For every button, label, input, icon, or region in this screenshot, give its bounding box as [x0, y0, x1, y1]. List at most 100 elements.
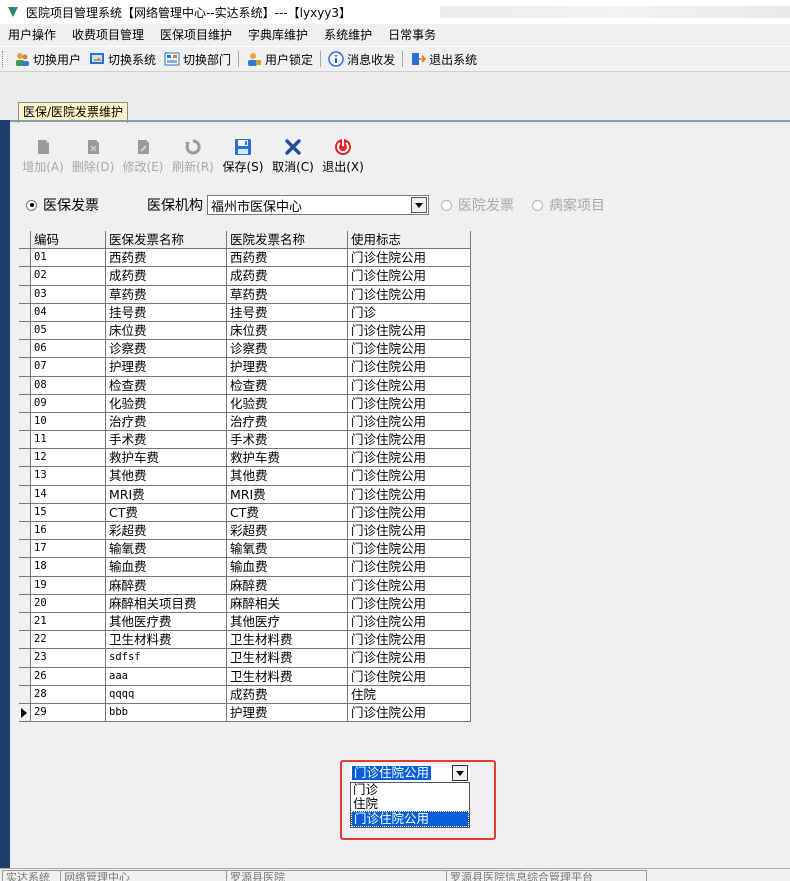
cell-insurance-name[interactable]: 其他医疗费	[106, 612, 227, 632]
cell-code[interactable]: 23	[31, 649, 106, 668]
cell-code[interactable]: 17	[31, 540, 106, 559]
cell-hospital-name[interactable]: 西药费	[227, 249, 348, 268]
cell-insurance-name[interactable]: 彩超费	[106, 522, 227, 541]
cell-hospital-name[interactable]: 诊察费	[227, 340, 348, 359]
column-header-code[interactable]: 编码	[31, 231, 106, 250]
cell-insurance-name[interactable]: 输氧费	[106, 540, 227, 559]
cell-hospital-name[interactable]: MRI费	[227, 485, 348, 504]
row-indicator[interactable]	[19, 685, 31, 704]
chevron-down-icon[interactable]	[411, 197, 427, 213]
tab-invoice-maintenance[interactable]: 医保/医院发票维护	[18, 102, 129, 123]
cell-hospital-name[interactable]: 检查费	[227, 376, 348, 395]
cell-code[interactable]: 08	[31, 376, 106, 395]
row-indicator[interactable]	[19, 467, 31, 486]
row-indicator[interactable]	[19, 612, 31, 632]
table-row[interactable]: 15 CT费 CT费 门诊住院公用	[19, 503, 471, 522]
cell-usage[interactable]: 门诊住院公用	[348, 285, 471, 304]
menu-charge-items[interactable]: 收费项目管理	[64, 24, 152, 46]
table-row[interactable]: 16 彩超费 彩超费 门诊住院公用	[19, 522, 471, 541]
cell-insurance-name[interactable]: 麻醉相关项目费	[106, 594, 227, 613]
menu-daily[interactable]: 日常事务	[380, 24, 444, 46]
cell-hospital-name[interactable]: CT费	[227, 503, 348, 522]
radio-insurance-invoice[interactable]	[26, 199, 37, 211]
switch-user-button[interactable]: 切换用户	[10, 48, 85, 70]
row-indicator[interactable]	[19, 267, 31, 286]
table-row[interactable]: 18 输血费 输血费 门诊住院公用	[19, 558, 471, 577]
cell-hospital-name[interactable]: 成药费	[227, 685, 348, 704]
exit-button[interactable]: 退出(X)	[318, 132, 368, 175]
table-row[interactable]: 26 aaa 卫生材料费 门诊住院公用	[19, 667, 471, 686]
row-indicator[interactable]	[19, 667, 31, 686]
column-header-usage[interactable]: 使用标志	[348, 231, 471, 250]
messages-button[interactable]: 消息收发	[324, 48, 399, 70]
cell-hospital-name[interactable]: 麻醉相关	[227, 594, 348, 613]
cell-hospital-name[interactable]: 床位费	[227, 321, 348, 341]
table-row[interactable]: 08 检查费 检查费 门诊住院公用	[19, 376, 471, 395]
refresh-button[interactable]: 刷新(R)	[168, 132, 218, 175]
cell-insurance-name[interactable]: MRI费	[106, 485, 227, 504]
cell-usage[interactable]: 门诊住院公用	[348, 358, 471, 377]
cell-code[interactable]: 07	[31, 358, 106, 377]
cell-code[interactable]: 29	[31, 703, 106, 723]
cell-code[interactable]: 01	[31, 249, 106, 268]
cell-insurance-name[interactable]: 护理费	[106, 358, 227, 377]
row-indicator[interactable]	[19, 576, 31, 595]
table-row[interactable]: 03 草药费 草药费 门诊住院公用	[19, 285, 471, 304]
cell-insurance-name[interactable]: bbb	[106, 703, 227, 723]
cell-code[interactable]: 28	[31, 685, 106, 704]
cell-usage[interactable]: 门诊住院公用	[348, 467, 471, 486]
cell-usage[interactable]: 门诊住院公用	[348, 267, 471, 286]
row-indicator[interactable]	[19, 522, 31, 541]
table-row[interactable]: 14 MRI费 MRI费 门诊住院公用	[19, 485, 471, 504]
exit-system-button[interactable]: 退出系统	[406, 48, 481, 70]
cell-usage[interactable]: 门诊住院公用	[348, 649, 471, 668]
row-indicator[interactable]	[19, 431, 31, 450]
cell-usage[interactable]: 门诊住院公用	[348, 594, 471, 613]
cell-hospital-name[interactable]: 化验费	[227, 394, 348, 413]
cell-hospital-name[interactable]: 卫生材料费	[227, 631, 348, 650]
table-row[interactable]: 21 其他医疗费 其他医疗 门诊住院公用	[19, 612, 471, 632]
table-row[interactable]: 09 化验费 化验费 门诊住院公用	[19, 394, 471, 413]
cell-hospital-name[interactable]: 护理费	[227, 703, 348, 723]
cell-usage[interactable]: 门诊住院公用	[348, 485, 471, 504]
insurance-org-select[interactable]: 福州市医保中心	[207, 195, 429, 215]
radio-hospital-invoice[interactable]	[441, 199, 452, 211]
cell-code[interactable]: 19	[31, 576, 106, 595]
table-row[interactable]: 29 bbb 护理费 门诊住院公用	[19, 703, 471, 723]
cell-code[interactable]: 06	[31, 340, 106, 359]
cell-hospital-name[interactable]: 成药费	[227, 267, 348, 286]
edit-button[interactable]: 修改(E)	[118, 132, 168, 175]
table-row[interactable]: 10 治疗费 治疗费 门诊住院公用	[19, 412, 471, 432]
cell-hospital-name[interactable]: 其他医疗	[227, 612, 348, 632]
cell-insurance-name[interactable]: qqqq	[106, 685, 227, 704]
row-indicator[interactable]	[19, 394, 31, 413]
switch-dept-button[interactable]: 切换部门	[160, 48, 235, 70]
menu-system[interactable]: 系统维护	[316, 24, 380, 46]
row-indicator[interactable]	[19, 285, 31, 304]
cell-usage[interactable]: 门诊住院公用	[348, 558, 471, 577]
cell-insurance-name[interactable]: 卫生材料费	[106, 631, 227, 650]
cell-usage[interactable]: 门诊住院公用	[348, 667, 471, 686]
row-indicator[interactable]	[19, 376, 31, 395]
cell-usage[interactable]: 门诊住院公用	[348, 540, 471, 559]
cell-code[interactable]: 20	[31, 594, 106, 613]
add-button[interactable]: 增加(A)	[18, 132, 68, 175]
cell-hospital-name[interactable]: 挂号费	[227, 303, 348, 322]
cell-insurance-name[interactable]: 其他费	[106, 467, 227, 486]
cell-hospital-name[interactable]: 手术费	[227, 431, 348, 450]
table-row[interactable]: 06 诊察费 诊察费 门诊住院公用	[19, 340, 471, 359]
cell-usage[interactable]: 住院	[348, 685, 471, 704]
cell-code[interactable]: 21	[31, 612, 106, 632]
cell-usage[interactable]: 门诊	[348, 303, 471, 322]
cell-hospital-name[interactable]: 护理费	[227, 358, 348, 377]
row-indicator[interactable]	[19, 412, 31, 432]
cell-insurance-name[interactable]: 草药费	[106, 285, 227, 304]
table-row[interactable]: 13 其他费 其他费 门诊住院公用	[19, 467, 471, 486]
row-indicator[interactable]	[19, 303, 31, 322]
table-row[interactable]: 07 护理费 护理费 门诊住院公用	[19, 358, 471, 377]
cell-insurance-name[interactable]: CT费	[106, 503, 227, 522]
cell-insurance-name[interactable]: 麻醉费	[106, 576, 227, 595]
cell-usage[interactable]: 门诊住院公用	[348, 612, 471, 632]
row-indicator[interactable]	[19, 449, 31, 468]
table-row[interactable]: 01 西药费 西药费 门诊住院公用	[19, 249, 471, 268]
